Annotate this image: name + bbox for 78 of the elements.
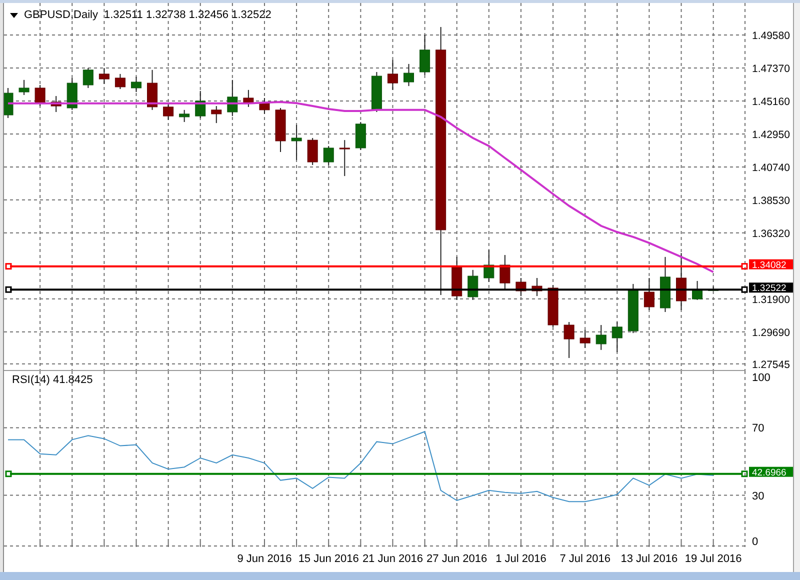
price-tag: 1.32522 [749,282,793,294]
price-axis-label: 1.45160 [752,96,790,108]
candlestick [98,67,110,84]
price-axis-label: 1.38530 [752,194,790,207]
candlestick [516,277,526,297]
ref-line-label: 1.32522 [752,283,786,294]
candlestick [387,59,398,90]
price-axis-label: 1.42950 [752,128,790,141]
candlestick [259,97,270,114]
candlestick [323,146,334,166]
candlestick [195,90,206,118]
candlestick [580,329,590,348]
price-axis-label: 1.36320 [752,228,790,240]
candlestick [596,324,606,350]
date-axis-label: 15 Jun 2016 [298,553,359,565]
candlestick [4,87,14,118]
candlestick [18,79,30,96]
rsi-axis-label: 30 [752,490,764,502]
candlestick [66,77,78,110]
candlestick [452,256,462,300]
rsi-axis-label: 100 [752,372,770,384]
candlestick [532,277,542,297]
candlestick [163,103,174,120]
candlestick [660,256,670,313]
candlestick [468,269,478,300]
price-axis-label: 1.47370 [752,62,790,75]
date-axis-label: 1 Jul 2016 [496,553,546,565]
rsi-axis-label: 0 [752,536,758,548]
date-axis-label: 7 Jul 2016 [560,553,610,565]
candlestick [179,109,190,123]
price-axis-label: 1.49580 [752,30,790,42]
candlestick [708,286,719,292]
candlestick [131,76,142,93]
candlestick [34,84,46,107]
rsi-indicator-label: RSI(14) 41.8425 [12,374,93,387]
candlestick [484,249,494,283]
candlestick [275,107,286,153]
candlestick [564,322,574,358]
price-axis-label: 1.40740 [752,162,790,174]
candlestick [612,322,622,353]
horizontal-level-line[interactable] [5,286,748,293]
candlestick [307,137,318,166]
ref-line-label: 42.6966 [752,467,786,478]
chart-symbol-title: GBPUSD,Daily [24,9,98,22]
candlestick [114,73,126,90]
price-axis-label: 1.31900 [752,294,790,306]
date-axis-label: 9 Jun 2016 [237,553,292,565]
price-axis-label: 1.29690 [752,326,790,339]
dropdown-triangle-icon[interactable] [10,13,18,18]
candlestick [50,96,62,113]
candlestick [644,277,654,310]
price-tag: 1.34082 [749,259,793,271]
date-axis-label: 21 Jun 2016 [362,553,423,565]
date-axis-label: 27 Jun 2016 [426,553,488,565]
candlestick [339,140,350,177]
candlestick [676,252,686,310]
date-axis-label: 19 Jul 2016 [684,553,742,565]
rsi-axis-label: 70 [752,422,764,435]
price-axis-label: 1.27545 [752,358,790,371]
candlestick [291,124,302,160]
date-axis-label: 13 Jul 2016 [620,553,678,565]
candlestick [404,63,414,87]
horizontal-level-line[interactable] [5,263,748,270]
candlestick [227,79,238,117]
candlestick [692,280,703,300]
candlestick [82,67,94,88]
candlestick [500,254,510,290]
candlestick [420,34,430,76]
ref-line-label: 1.34082 [752,260,786,271]
candlestick [548,284,558,328]
candlestick [243,89,254,108]
candlestick [371,72,382,113]
candlestick [355,122,366,150]
price-tag: 42.6966 [749,466,793,478]
candlestick [628,283,638,334]
candlestick [147,69,158,110]
candlestick [211,106,222,124]
ohlc-values: 1.32511 1.32738 1.32456 1.32522 [104,9,272,22]
